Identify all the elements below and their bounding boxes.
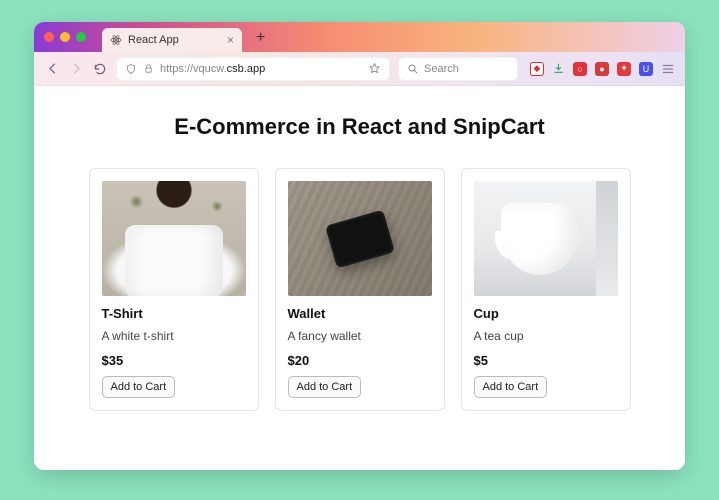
extension-icon[interactable]: ● <box>595 62 609 76</box>
minimize-window-button[interactable] <box>60 32 70 42</box>
add-to-cart-button[interactable]: Add to Cart <box>474 376 548 398</box>
reload-button[interactable] <box>92 61 108 77</box>
product-card: T-Shirt A white t-shirt $35 Add to Cart <box>89 168 259 411</box>
close-window-button[interactable] <box>44 32 54 42</box>
download-icon[interactable] <box>552 62 565 75</box>
forward-button[interactable] <box>68 61 84 77</box>
tab-close-icon[interactable]: × <box>227 34 234 46</box>
browser-tab[interactable]: React App × <box>102 28 242 52</box>
browser-window: React App × + https://vqucw.csb.app <box>34 22 685 470</box>
search-box[interactable]: Search <box>398 57 518 81</box>
search-placeholder: Search <box>424 63 459 75</box>
toolbar: https://vqucw.csb.app Search ◆ ○ ● ✦ U <box>34 52 685 86</box>
extension-icon[interactable]: ◆ <box>530 62 544 76</box>
product-description: A white t-shirt <box>102 329 246 343</box>
product-description: A tea cup <box>474 329 618 343</box>
new-tab-button[interactable]: + <box>256 29 265 47</box>
product-card: Wallet A fancy wallet $20 Add to Cart <box>275 168 445 411</box>
extension-icon[interactable]: U <box>639 62 653 76</box>
product-card: Cup A tea cup $5 Add to Cart <box>461 168 631 411</box>
product-image <box>474 181 618 296</box>
react-favicon-icon <box>110 34 122 46</box>
url-text: https://vqucw.csb.app <box>160 63 265 75</box>
extension-icon[interactable]: ○ <box>573 62 587 76</box>
page-title: E-Commerce in React and SnipCart <box>174 114 544 140</box>
product-name: T-Shirt <box>102 306 246 321</box>
page-viewport: E-Commerce in React and SnipCart T-Shirt… <box>34 86 685 470</box>
product-description: A fancy wallet <box>288 329 432 343</box>
search-icon <box>407 63 419 75</box>
titlebar: React App × + <box>34 22 685 52</box>
product-image <box>102 181 246 296</box>
tab-title: React App <box>128 34 179 46</box>
menu-icon[interactable] <box>661 62 675 76</box>
product-name: Cup <box>474 306 618 321</box>
product-name: Wallet <box>288 306 432 321</box>
address-bar[interactable]: https://vqucw.csb.app <box>116 57 390 81</box>
maximize-window-button[interactable] <box>76 32 86 42</box>
adblock-icon[interactable]: ✦ <box>617 62 631 76</box>
product-price: $35 <box>102 353 246 368</box>
window-controls <box>44 32 86 42</box>
product-price: $20 <box>288 353 432 368</box>
lock-icon <box>143 63 154 74</box>
add-to-cart-button[interactable]: Add to Cart <box>288 376 362 398</box>
product-image <box>288 181 432 296</box>
shield-icon <box>125 63 137 75</box>
product-price: $5 <box>474 353 618 368</box>
product-grid: T-Shirt A white t-shirt $35 Add to Cart … <box>58 168 661 411</box>
bookmark-star-icon[interactable] <box>368 62 381 75</box>
back-button[interactable] <box>44 61 60 77</box>
add-to-cart-button[interactable]: Add to Cart <box>102 376 176 398</box>
extensions: ◆ ○ ● ✦ U <box>526 62 675 76</box>
